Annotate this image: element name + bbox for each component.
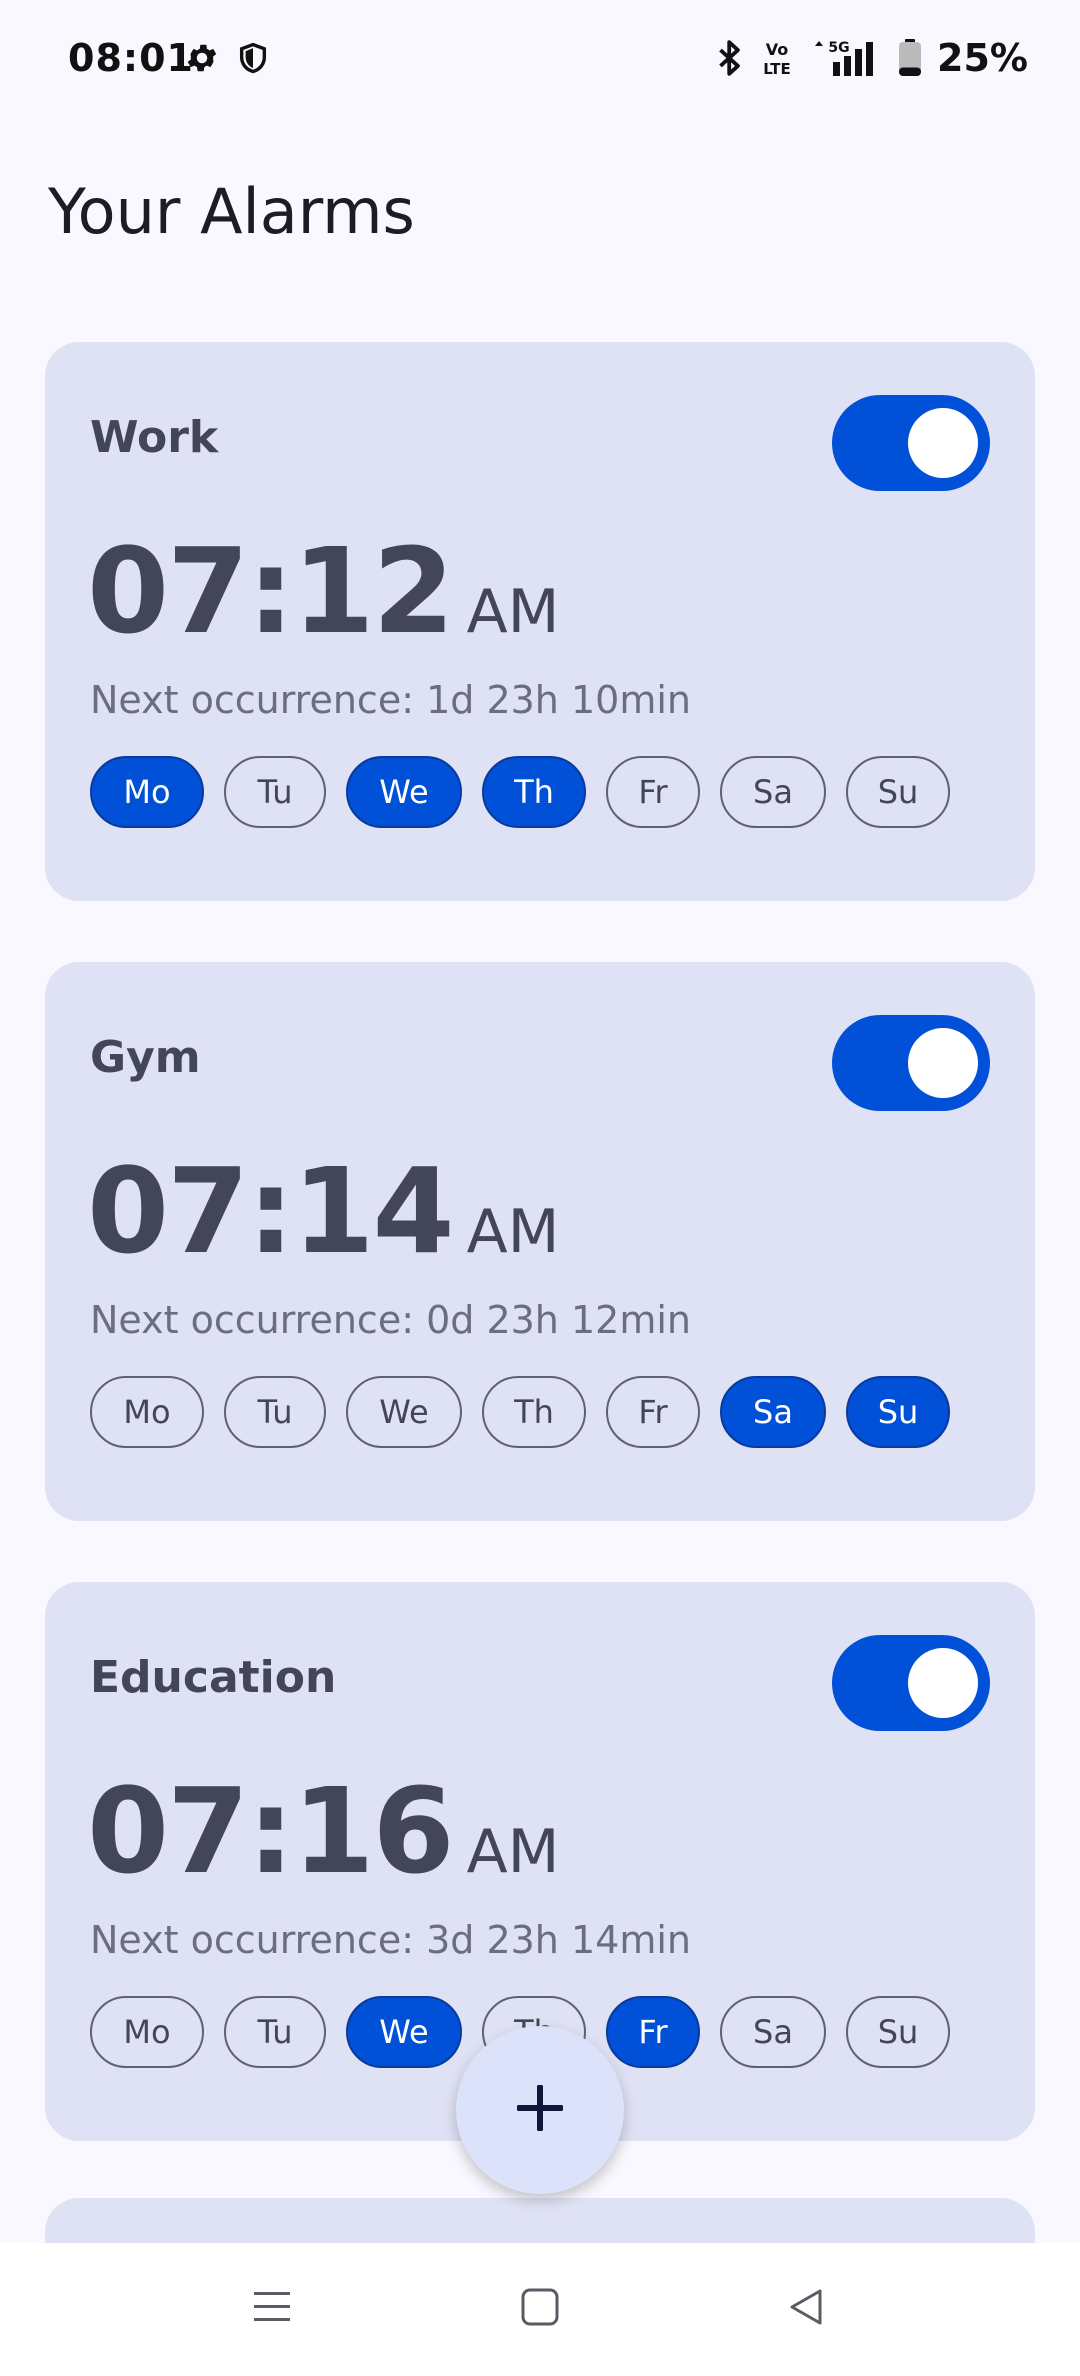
shield-icon	[236, 40, 270, 80]
day-chip-monday[interactable]: Mo	[90, 1996, 204, 2068]
home-button[interactable]	[510, 2279, 570, 2339]
back-button[interactable]	[776, 2279, 836, 2339]
alarm-time-row: 07:12 AM	[87, 532, 559, 650]
gear-icon	[184, 40, 220, 80]
status-left-icons	[184, 40, 270, 80]
volte-label-bottom: LTE	[763, 60, 791, 78]
plus-icon	[515, 2083, 565, 2137]
status-right-icons: Vo LTE 5G 25%	[717, 36, 1028, 80]
day-chip-wednesday[interactable]: We	[346, 1996, 462, 2068]
day-chip-friday[interactable]: Fr	[606, 1996, 700, 2068]
day-chip-tuesday[interactable]: Tu	[224, 1996, 326, 2068]
toggle-knob	[908, 408, 978, 478]
day-chip-sunday[interactable]: Su	[846, 1376, 950, 1448]
day-chip-saturday[interactable]: Sa	[720, 756, 826, 828]
page-title: Your Alarms	[48, 175, 415, 248]
alarm-card-work[interactable]: Work 07:12 AM Next occurrence: 1d 23h 10…	[45, 342, 1035, 901]
network-type-label: 5G	[828, 40, 849, 56]
weekday-chips: Mo Tu We Th Fr Sa Su	[90, 756, 950, 828]
day-chip-monday[interactable]: Mo	[90, 1376, 204, 1448]
next-occurrence: Next occurrence: 0d 23h 12min	[90, 1298, 691, 1342]
toggle-knob	[908, 1648, 978, 1718]
day-chip-monday[interactable]: Mo	[90, 756, 204, 828]
volte-icon: Vo LTE	[757, 38, 797, 78]
day-chip-thursday[interactable]: Th	[482, 756, 586, 828]
add-alarm-button[interactable]	[456, 2026, 624, 2194]
day-chip-wednesday[interactable]: We	[346, 1376, 462, 1448]
alarm-card-gym[interactable]: Gym 07:14 AM Next occurrence: 0d 23h 12m…	[45, 962, 1035, 1521]
alarm-time-row: 07:16 AM	[87, 1772, 559, 1890]
next-occurrence: Next occurrence: 3d 23h 14min	[90, 1918, 691, 1962]
alarm-time: 07:12	[87, 522, 455, 660]
battery-icon	[897, 38, 923, 78]
alarm-label: Work	[90, 412, 219, 463]
system-nav-bar	[0, 2243, 1080, 2376]
alarm-ampm: AM	[466, 577, 560, 647]
day-chip-thursday[interactable]: Th	[482, 1376, 586, 1448]
menu-icon	[252, 2288, 292, 2330]
day-chip-saturday[interactable]: Sa	[720, 1996, 826, 2068]
next-occurrence: Next occurrence: 1d 23h 10min	[90, 678, 691, 722]
day-chip-friday[interactable]: Fr	[606, 756, 700, 828]
day-chip-sunday[interactable]: Su	[846, 756, 950, 828]
day-chip-tuesday[interactable]: Tu	[224, 1376, 326, 1448]
volte-label-top: Vo	[766, 40, 789, 59]
alarm-time: 07:14	[87, 1142, 455, 1280]
alarm-label: Gym	[90, 1032, 201, 1083]
day-chip-sunday[interactable]: Su	[846, 1996, 950, 2068]
toggle-knob	[908, 1028, 978, 1098]
bluetooth-icon	[717, 39, 743, 77]
signal-icon: 5G	[811, 38, 883, 78]
weekday-chips: Mo Tu We Th Fr Sa Su	[90, 1376, 950, 1448]
alarm-time: 07:16	[87, 1762, 455, 1900]
alarm-toggle[interactable]	[832, 1635, 990, 1731]
battery-percent: 25%	[937, 36, 1028, 80]
day-chip-tuesday[interactable]: Tu	[224, 756, 326, 828]
back-icon	[786, 2287, 826, 2331]
recent-apps-button[interactable]	[242, 2279, 302, 2339]
alarm-label: Education	[90, 1652, 337, 1703]
status-time: 08:01	[68, 36, 194, 80]
home-icon	[520, 2287, 560, 2331]
day-chip-saturday[interactable]: Sa	[720, 1376, 826, 1448]
day-chip-friday[interactable]: Fr	[606, 1376, 700, 1448]
alarm-time-row: 07:14 AM	[87, 1152, 559, 1270]
alarm-toggle[interactable]	[832, 1015, 990, 1111]
alarm-ampm: AM	[466, 1197, 560, 1267]
alarm-ampm: AM	[466, 1817, 560, 1887]
status-bar: 08:01 Vo LTE 5G 25%	[0, 0, 1080, 120]
alarm-toggle[interactable]	[832, 395, 990, 491]
day-chip-wednesday[interactable]: We	[346, 756, 462, 828]
alarm-list: Work 07:12 AM Next occurrence: 1d 23h 10…	[45, 342, 1035, 2202]
